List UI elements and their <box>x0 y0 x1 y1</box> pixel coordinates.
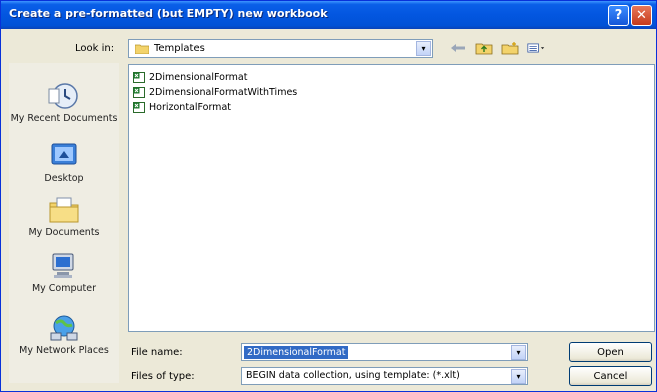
file-type-label: Files of type: <box>131 371 195 382</box>
place-label: My Computer <box>31 283 97 294</box>
list-item[interactable]: HorizontalFormat <box>133 101 231 114</box>
place-my-recent-documents[interactable]: My Recent Documents <box>9 81 119 124</box>
new-folder-icon[interactable] <box>501 40 519 56</box>
close-button[interactable]: ✕ <box>631 5 652 26</box>
chevron-down-icon[interactable]: ▾ <box>511 345 526 360</box>
desktop-icon <box>51 143 77 165</box>
place-my-computer[interactable]: My Computer <box>9 251 119 294</box>
excel-template-icon <box>133 87 145 98</box>
chevron-down-icon[interactable]: ▾ <box>416 41 431 56</box>
my-computer-icon <box>52 253 74 278</box>
back-arrow-icon[interactable] <box>449 40 467 56</box>
folder-icon <box>135 44 149 54</box>
file-name: HorizontalFormat <box>149 102 231 113</box>
places-bar: My Recent Documents Desktop My Documents <box>9 63 119 383</box>
place-my-network-places[interactable]: My Network Places <box>9 313 119 356</box>
cancel-button[interactable]: Cancel <box>569 366 652 386</box>
look-in-dropdown[interactable]: Templates ▾ <box>128 39 433 58</box>
file-type-dropdown[interactable]: BEGIN data collection, using template: (… <box>241 367 528 385</box>
file-name: 2DimensionalFormatWithTimes <box>149 87 298 98</box>
file-list[interactable]: 2DimensionalFormat 2DimensionalFormatWit… <box>128 64 655 332</box>
help-button[interactable]: ? <box>608 5 629 26</box>
file-type-value: BEGIN data collection, using template: (… <box>246 370 460 381</box>
place-desktop[interactable]: Desktop <box>9 141 119 184</box>
dialog-toolbar <box>449 38 545 58</box>
file-name: 2DimensionalFormat <box>149 72 248 83</box>
list-item[interactable]: 2DimensionalFormatWithTimes <box>133 86 297 99</box>
place-label: Desktop <box>44 173 84 184</box>
views-menu-icon[interactable] <box>527 40 545 56</box>
open-button[interactable]: Open <box>569 342 652 362</box>
list-item[interactable]: 2DimensionalFormat <box>133 71 247 84</box>
place-label: My Documents <box>28 227 100 238</box>
network-places-icon <box>50 315 78 341</box>
file-open-dialog: Create a pre-formatted (but EMPTY) new w… <box>0 0 657 392</box>
chevron-down-icon[interactable]: ▾ <box>511 369 526 384</box>
recent-documents-icon <box>48 83 78 109</box>
my-documents-icon <box>49 197 79 223</box>
place-label: My Network Places <box>19 345 109 356</box>
place-my-documents[interactable]: My Documents <box>9 195 119 238</box>
excel-template-icon <box>133 72 145 83</box>
up-folder-icon[interactable] <box>475 40 493 56</box>
file-name-label: File name: <box>131 347 183 358</box>
window-title: Create a pre-formatted (but EMPTY) new w… <box>9 7 328 20</box>
title-bar[interactable]: Create a pre-formatted (but EMPTY) new w… <box>1 1 656 29</box>
file-name-input[interactable]: 2DimensionalFormat ▾ <box>241 343 528 361</box>
look-in-label: Look in: <box>75 43 115 54</box>
place-label: My Recent Documents <box>10 113 118 124</box>
excel-template-icon <box>133 102 145 113</box>
file-name-value[interactable]: 2DimensionalFormat <box>244 346 349 359</box>
look-in-value: Templates <box>154 43 205 54</box>
